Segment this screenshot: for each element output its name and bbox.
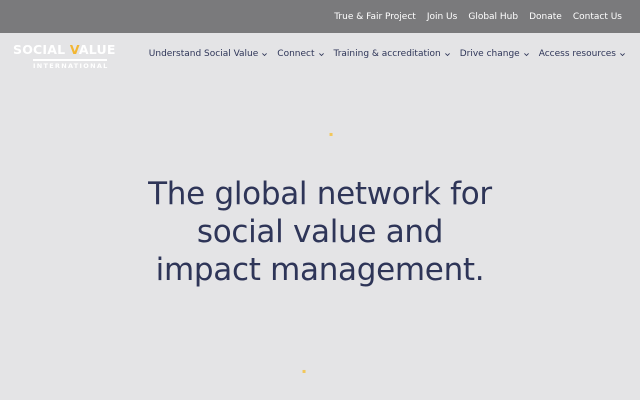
- chevron-down-icon: [523, 52, 529, 56]
- topbar-link-contact-us[interactable]: Contact Us: [573, 12, 622, 22]
- decorative-speck: ▪: [302, 368, 307, 375]
- chevron-down-icon: [318, 52, 324, 56]
- topbar-link-join-us[interactable]: Join Us: [427, 12, 458, 22]
- hero-line-2: social value and: [196, 214, 444, 250]
- topbar-link-donate[interactable]: Donate: [529, 12, 562, 22]
- nav-item-label: Drive change: [459, 49, 520, 59]
- site-logo[interactable]: SOCIAL VALUE INTERNATIONAL: [13, 42, 131, 70]
- topbar-link-true-fair-project[interactable]: True & Fair Project: [334, 12, 416, 22]
- hero-line-1: The global network for: [148, 176, 492, 212]
- nav-item-label: Connect: [277, 49, 315, 59]
- logo-word-social: SOCIAL: [13, 42, 70, 57]
- nav-item-drive-change[interactable]: Drive change: [460, 49, 530, 59]
- main-navigation: Understand Social Value Connect Training…: [140, 49, 626, 59]
- topbar-link-global-hub[interactable]: Global Hub: [468, 12, 518, 22]
- logo-accent-letter: V: [69, 42, 79, 57]
- top-utility-bar: True & Fair Project Join Us Global Hub D…: [0, 0, 640, 33]
- logo-subtitle: INTERNATIONAL: [33, 62, 109, 70]
- logo-wordmark: SOCIAL VALUE: [13, 42, 116, 57]
- main-header: SOCIAL VALUE INTERNATIONAL Understand So…: [0, 33, 640, 75]
- nav-item-label: Training & accreditation: [333, 49, 441, 59]
- nav-item-label: Access resources: [538, 49, 616, 59]
- nav-item-access-resources[interactable]: Access resources: [539, 49, 626, 59]
- nav-item-training-accreditation[interactable]: Training & accreditation: [334, 49, 451, 59]
- chevron-down-icon: [620, 52, 625, 56]
- logo-word-value: ALUE: [78, 42, 116, 57]
- chevron-down-icon: [262, 52, 268, 56]
- hero-heading: The global network for social value and …: [60, 175, 580, 289]
- chevron-down-icon: [444, 52, 450, 56]
- hero-line-3: impact management.: [155, 252, 485, 288]
- nav-item-understand-social-value[interactable]: Understand Social Value: [149, 49, 269, 59]
- logo-divider: [33, 59, 107, 61]
- decorative-speck: ▪: [329, 131, 334, 138]
- nav-item-label: Understand Social Value: [148, 49, 259, 59]
- nav-item-connect[interactable]: Connect: [277, 49, 324, 59]
